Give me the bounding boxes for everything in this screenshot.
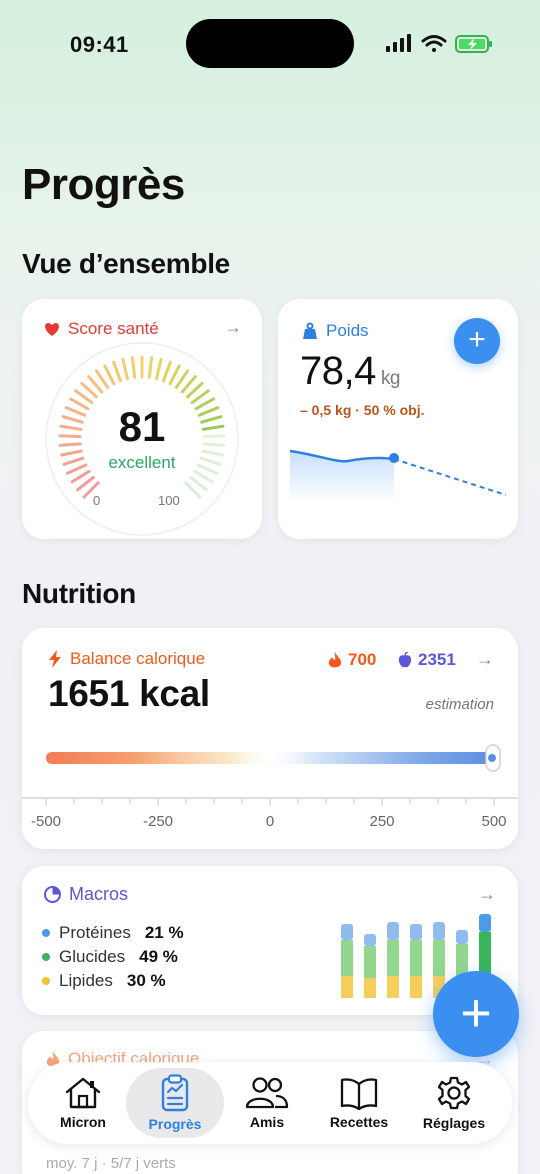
weight-current-point xyxy=(389,453,399,463)
weight-title: Poids xyxy=(326,321,369,340)
health-score-title: Score santé xyxy=(68,319,159,338)
heart-icon xyxy=(45,322,59,336)
balance-tick-label: 0 xyxy=(265,813,275,830)
balance-marker-dot xyxy=(488,754,496,762)
macro-pct: 49 % xyxy=(139,947,178,966)
tab-amis[interactable]: Amis xyxy=(220,1062,314,1144)
people-icon xyxy=(245,1077,289,1109)
status-icons xyxy=(386,34,492,53)
tab-progres[interactable]: Progrès xyxy=(128,1062,222,1144)
tab-label: Recettes xyxy=(329,1114,389,1130)
balance-estimation-note: estimation xyxy=(425,696,494,713)
calories-burned: 700 xyxy=(348,650,377,669)
weight-icon xyxy=(303,322,317,339)
gauge-min-label: 0 xyxy=(93,493,101,508)
health-score-rating: excellent xyxy=(108,453,176,472)
balance-tick-label: -250 xyxy=(142,813,174,830)
macro-bar-2 xyxy=(364,934,376,998)
overview-heading: Vue d’ensemble xyxy=(22,248,230,279)
gear-icon xyxy=(437,1076,471,1110)
macro-row-proteins: Protéines 21 % xyxy=(42,923,184,943)
balance-arrow-icon[interactable]: → xyxy=(476,649,494,670)
balance-title: Balance calorique xyxy=(70,649,206,668)
weight-delta: – 0,5 kg · 50 % obj. xyxy=(300,402,425,418)
macros-arrow-icon[interactable]: → xyxy=(478,884,496,905)
calorie-balance-scale xyxy=(22,744,518,806)
signal-icon xyxy=(386,34,411,52)
status-bar: 09:41 xyxy=(0,0,540,88)
macro-row-carbs: Glucides 49 % xyxy=(42,947,178,967)
macro-row-fats: Lipides 30 % xyxy=(42,971,166,991)
macro-pct: 21 % xyxy=(144,923,184,942)
proteins-dot xyxy=(42,929,50,937)
tab-bar: Micron Progrès Amis Recettes Réglages xyxy=(28,1062,512,1144)
nutrition-heading: Nutrition xyxy=(22,578,136,609)
add-weight-button[interactable]: + xyxy=(454,318,500,364)
gauge-max-label: 100 xyxy=(158,493,180,508)
weight-projection-line xyxy=(393,458,507,496)
health-arrow-icon[interactable]: → xyxy=(224,317,242,338)
battery-icon xyxy=(455,35,492,53)
page-title: Progrès xyxy=(22,160,185,209)
calories-consumed: 2351 xyxy=(418,650,456,669)
status-time: 09:41 xyxy=(70,32,129,57)
weight-unit: kg xyxy=(380,368,401,389)
apple-icon xyxy=(398,652,412,668)
macro-bar-4 xyxy=(410,924,422,998)
tab-label: Micron xyxy=(60,1114,106,1130)
balance-value: 1651 kcal xyxy=(48,673,210,714)
goal-footer: moy. 7 j · 5/7 j verts xyxy=(46,1155,176,1172)
balance-tick-label: 250 xyxy=(369,813,395,830)
macro-name: Lipides xyxy=(59,971,113,990)
dynamic-island xyxy=(186,19,354,68)
balance-tick-label: 500 xyxy=(481,813,507,830)
home-icon xyxy=(65,1077,101,1109)
macro-pct: 30 % xyxy=(126,971,166,990)
balance-gradient-bar xyxy=(46,752,492,764)
tab-reglages[interactable]: Réglages xyxy=(406,1062,502,1144)
tab-micron[interactable]: Micron xyxy=(36,1062,130,1144)
tab-label: Réglages xyxy=(422,1115,486,1131)
weight-card[interactable]: Poids + 78,4 kg – 0,5 kg · 50 % obj. xyxy=(278,299,518,539)
tab-label: Progrès xyxy=(148,1116,202,1132)
macro-name: Glucides xyxy=(59,947,126,966)
wifi-icon xyxy=(421,35,447,52)
macro-bar-3 xyxy=(387,922,399,998)
pie-chart-icon xyxy=(44,886,61,903)
tab-recettes[interactable]: Recettes xyxy=(312,1062,406,1144)
macros-title: Macros xyxy=(69,884,129,904)
carbs-dot xyxy=(42,953,50,961)
health-score-card[interactable]: Score santé → 81 excellent 0 100 xyxy=(22,299,262,539)
fats-dot xyxy=(42,977,50,985)
book-icon xyxy=(340,1078,378,1110)
calorie-balance-card[interactable]: Balance calorique 700 2351 → 1651 kcal e… xyxy=(22,628,518,849)
add-entry-fab[interactable]: + xyxy=(433,971,519,1057)
bolt-icon xyxy=(49,650,61,668)
health-score-value: 81 xyxy=(118,403,166,450)
macro-name: Protéines xyxy=(59,923,131,942)
clipboard-chart-icon xyxy=(161,1074,189,1112)
balance-tick-label: -500 xyxy=(30,813,62,830)
tab-label: Amis xyxy=(249,1114,285,1130)
flame-icon xyxy=(328,651,342,667)
macro-bar-1 xyxy=(341,924,353,998)
weight-value: 78,4 xyxy=(300,349,376,393)
weight-trend-chart xyxy=(289,449,507,499)
